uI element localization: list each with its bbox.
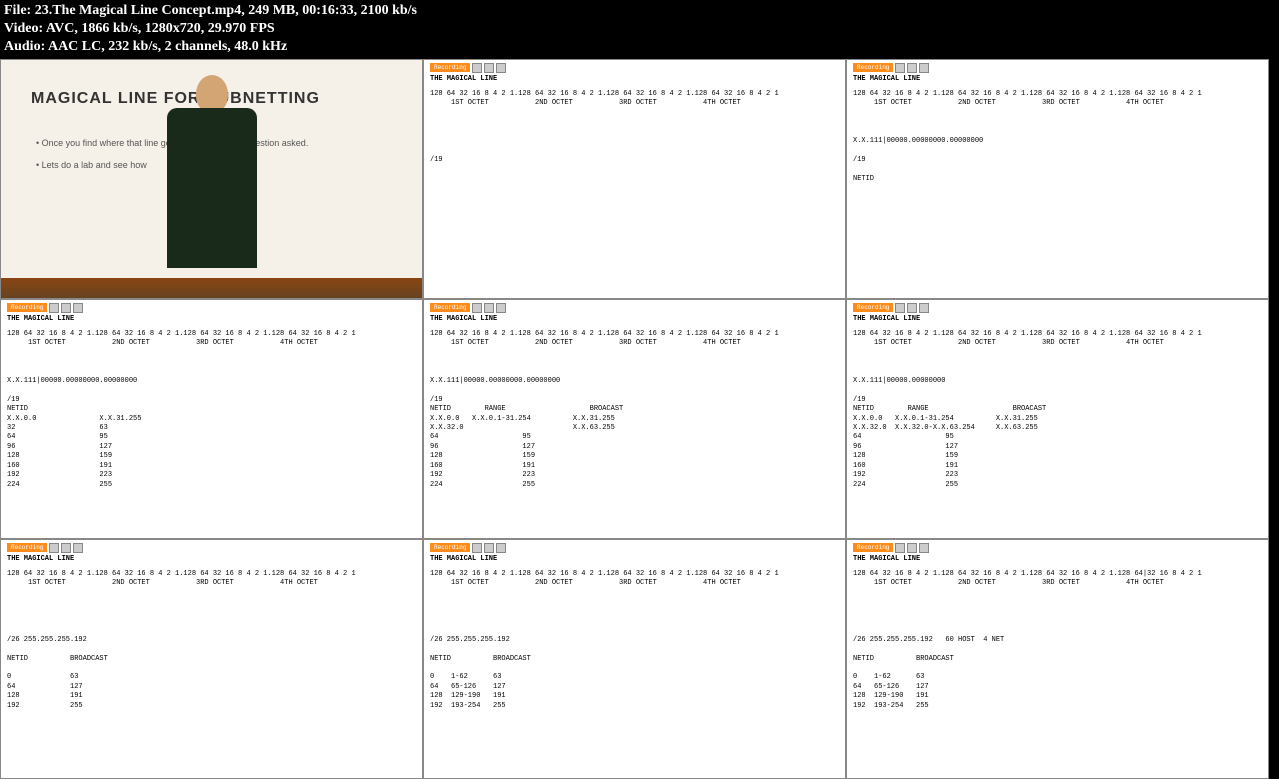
window-bar: Recording	[853, 303, 1269, 313]
close-icon	[919, 63, 929, 73]
np-body: 128 64 32 16 8 4 2 1.128 64 32 16 8 4 2 …	[7, 570, 423, 712]
window-bar: Recording	[430, 63, 846, 73]
np-title: THE MAGICAL LINE	[7, 315, 423, 324]
window-bar: Recording	[430, 303, 846, 313]
np-body: 128 64 32 16 8 4 2 1.128 64 32 16 8 4 2 …	[430, 90, 846, 166]
window-bar: Recording	[430, 543, 846, 553]
np-title: THE MAGICAL LINE	[7, 555, 423, 564]
frame-4: Recording THE MAGICAL LINE 128 64 32 16 …	[0, 299, 423, 539]
max-icon	[484, 63, 494, 73]
min-icon	[895, 543, 905, 553]
close-icon	[496, 303, 506, 313]
bullet-2: • Lets do a lab and see how	[36, 160, 147, 170]
max-icon	[907, 543, 917, 553]
file-info-header: File: 23.The Magical Line Concept.mp4, 2…	[0, 0, 1279, 59]
file-line: File: 23.The Magical Line Concept.mp4, 2…	[4, 2, 1275, 20]
frame-8: Recording THE MAGICAL LINE 128 64 32 16 …	[423, 539, 846, 779]
audio-line: Audio: AAC LC, 232 kb/s, 2 channels, 48.…	[4, 38, 1275, 56]
close-icon	[919, 543, 929, 553]
window-bar: Recording	[853, 63, 1269, 73]
max-icon	[907, 63, 917, 73]
close-icon	[496, 543, 506, 553]
frame-9: Recording THE MAGICAL LINE 128 64 32 16 …	[846, 539, 1269, 779]
frame-5: Recording THE MAGICAL LINE 128 64 32 16 …	[423, 299, 846, 539]
frame-2: Recording THE MAGICAL LINE 128 64 32 16 …	[423, 59, 846, 299]
frame-3: Recording THE MAGICAL LINE 128 64 32 16 …	[846, 59, 1269, 299]
floor	[1, 278, 422, 298]
close-icon	[919, 303, 929, 313]
np-body: 128 64 32 16 8 4 2 1.128 64 32 16 8 4 2 …	[853, 330, 1269, 490]
np-title: THE MAGICAL LINE	[430, 315, 846, 324]
max-icon	[907, 303, 917, 313]
min-icon	[49, 303, 59, 313]
video-line: Video: AVC, 1866 kb/s, 1280x720, 29.970 …	[4, 20, 1275, 38]
max-icon	[61, 303, 71, 313]
np-body: 128 64 32 16 8 4 2 1.128 64 32 16 8 4 2 …	[7, 330, 423, 490]
window-bar: Recording	[853, 543, 1269, 553]
np-title: THE MAGICAL LINE	[853, 555, 1269, 564]
np-body: 128 64 32 16 8 4 2 1.128 64 32 16 8 4 2 …	[853, 570, 1269, 712]
presenter	[167, 75, 257, 268]
max-icon	[484, 543, 494, 553]
min-icon	[895, 63, 905, 73]
min-icon	[472, 63, 482, 73]
np-body: 128 64 32 16 8 4 2 1.128 64 32 16 8 4 2 …	[430, 570, 846, 712]
max-icon	[484, 303, 494, 313]
np-title: THE MAGICAL LINE	[853, 315, 1269, 324]
close-icon	[73, 543, 83, 553]
np-title: THE MAGICAL LINE	[430, 555, 846, 564]
thumbnail-grid: MAGICAL LINE FOR SUBNETTING • Once you f…	[0, 59, 1279, 779]
frame-1: MAGICAL LINE FOR SUBNETTING • Once you f…	[0, 59, 423, 299]
close-icon	[496, 63, 506, 73]
close-icon	[73, 303, 83, 313]
min-icon	[49, 543, 59, 553]
np-title: THE MAGICAL LINE	[853, 75, 1269, 84]
frame-6: Recording THE MAGICAL LINE 128 64 32 16 …	[846, 299, 1269, 539]
min-icon	[472, 303, 482, 313]
min-icon	[472, 543, 482, 553]
window-bar: Recording	[7, 543, 423, 553]
min-icon	[895, 303, 905, 313]
np-body: 128 64 32 16 8 4 2 1.128 64 32 16 8 4 2 …	[430, 330, 846, 490]
max-icon	[61, 543, 71, 553]
window-bar: Recording	[7, 303, 423, 313]
np-title: THE MAGICAL LINE	[430, 75, 846, 84]
frame-7: Recording THE MAGICAL LINE 128 64 32 16 …	[0, 539, 423, 779]
np-body: 128 64 32 16 8 4 2 1.128 64 32 16 8 4 2 …	[853, 90, 1269, 184]
